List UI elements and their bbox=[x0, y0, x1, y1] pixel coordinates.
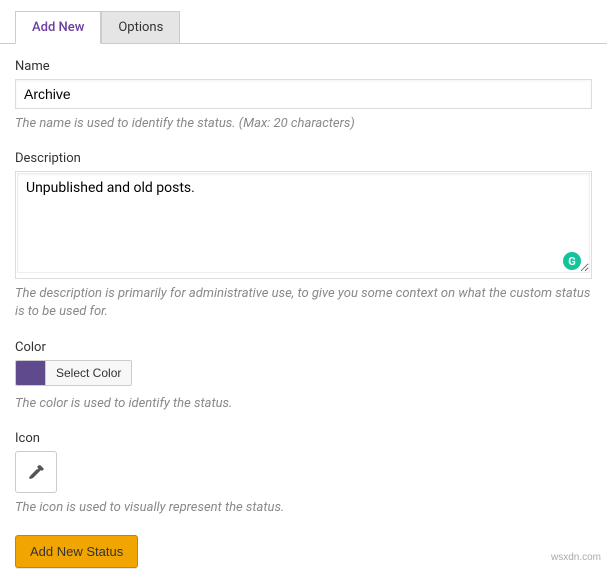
tab-options[interactable]: Options bbox=[101, 11, 180, 44]
name-help: The name is used to identify the status.… bbox=[15, 115, 592, 133]
tab-add-new[interactable]: Add New bbox=[15, 11, 101, 44]
name-group: Name The name is used to identify the st… bbox=[15, 59, 592, 133]
icon-group: Icon The icon is used to visually repres… bbox=[15, 431, 592, 517]
description-input[interactable] bbox=[17, 173, 590, 273]
name-input[interactable] bbox=[15, 79, 592, 109]
icon-label: Icon bbox=[15, 431, 592, 446]
icon-picker-button[interactable] bbox=[15, 451, 57, 493]
description-label: Description bbox=[15, 151, 592, 166]
form-container: Name The name is used to identify the st… bbox=[0, 44, 607, 583]
color-help: The color is used to identify the status… bbox=[15, 395, 592, 413]
description-help: The description is primarily for adminis… bbox=[15, 285, 592, 321]
add-new-status-button[interactable]: Add New Status bbox=[15, 535, 138, 568]
color-swatch bbox=[16, 361, 46, 385]
icon-help: The icon is used to visually represent t… bbox=[15, 499, 592, 517]
color-picker[interactable]: Select Color bbox=[15, 360, 132, 386]
color-group: Color Select Color The color is used to … bbox=[15, 340, 592, 413]
hammer-icon bbox=[26, 462, 46, 482]
watermark: wsxdn.com bbox=[551, 552, 601, 563]
description-wrapper: G bbox=[15, 171, 592, 279]
color-label: Color bbox=[15, 340, 592, 355]
tab-bar: Add New Options bbox=[0, 10, 607, 44]
description-group: Description G The description is primari… bbox=[15, 151, 592, 321]
select-color-button[interactable]: Select Color bbox=[46, 361, 131, 385]
name-label: Name bbox=[15, 59, 592, 74]
